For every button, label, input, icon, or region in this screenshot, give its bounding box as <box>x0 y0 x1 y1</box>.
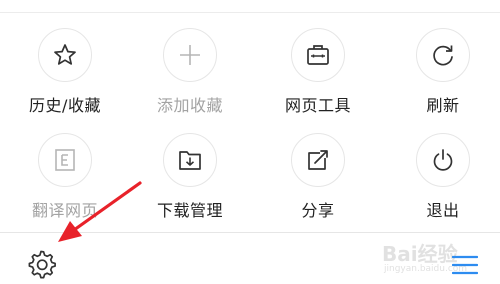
exit-button[interactable]: 退出 <box>393 133 493 233</box>
share-label: 分享 <box>301 201 335 220</box>
translate-page-label: 翻译网页 <box>31 201 98 220</box>
translate-icon <box>38 133 92 187</box>
add-favorite-label: 添加收藏 <box>156 96 223 115</box>
history-favorites-label: 历史/收藏 <box>29 96 101 115</box>
plus-icon <box>163 28 217 82</box>
download-icon <box>163 133 217 187</box>
star-icon <box>38 28 92 82</box>
share-button[interactable]: 分享 <box>268 133 368 233</box>
toolbox-icon <box>291 28 345 82</box>
refresh-button[interactable]: 刷新 <box>393 28 493 128</box>
refresh-label: 刷新 <box>426 96 460 115</box>
translate-page-button[interactable]: 翻译网页 <box>15 133 115 233</box>
add-favorite-button[interactable]: 添加收藏 <box>140 28 240 128</box>
gear-icon[interactable] <box>24 248 58 282</box>
history-favorites-button[interactable]: 历史/收藏 <box>15 28 115 128</box>
share-icon <box>291 133 345 187</box>
watermark-brand: Bai经验 <box>382 242 458 266</box>
download-manager-label: 下载管理 <box>156 201 223 220</box>
power-icon <box>416 133 470 187</box>
web-tools-button[interactable]: 网页工具 <box>268 28 368 128</box>
hamburger-menu-icon[interactable] <box>452 254 478 276</box>
refresh-icon <box>416 28 470 82</box>
exit-label: 退出 <box>426 201 460 220</box>
web-tools-label: 网页工具 <box>284 96 351 115</box>
download-manager-button[interactable]: 下载管理 <box>140 133 240 233</box>
top-divider <box>0 12 500 13</box>
